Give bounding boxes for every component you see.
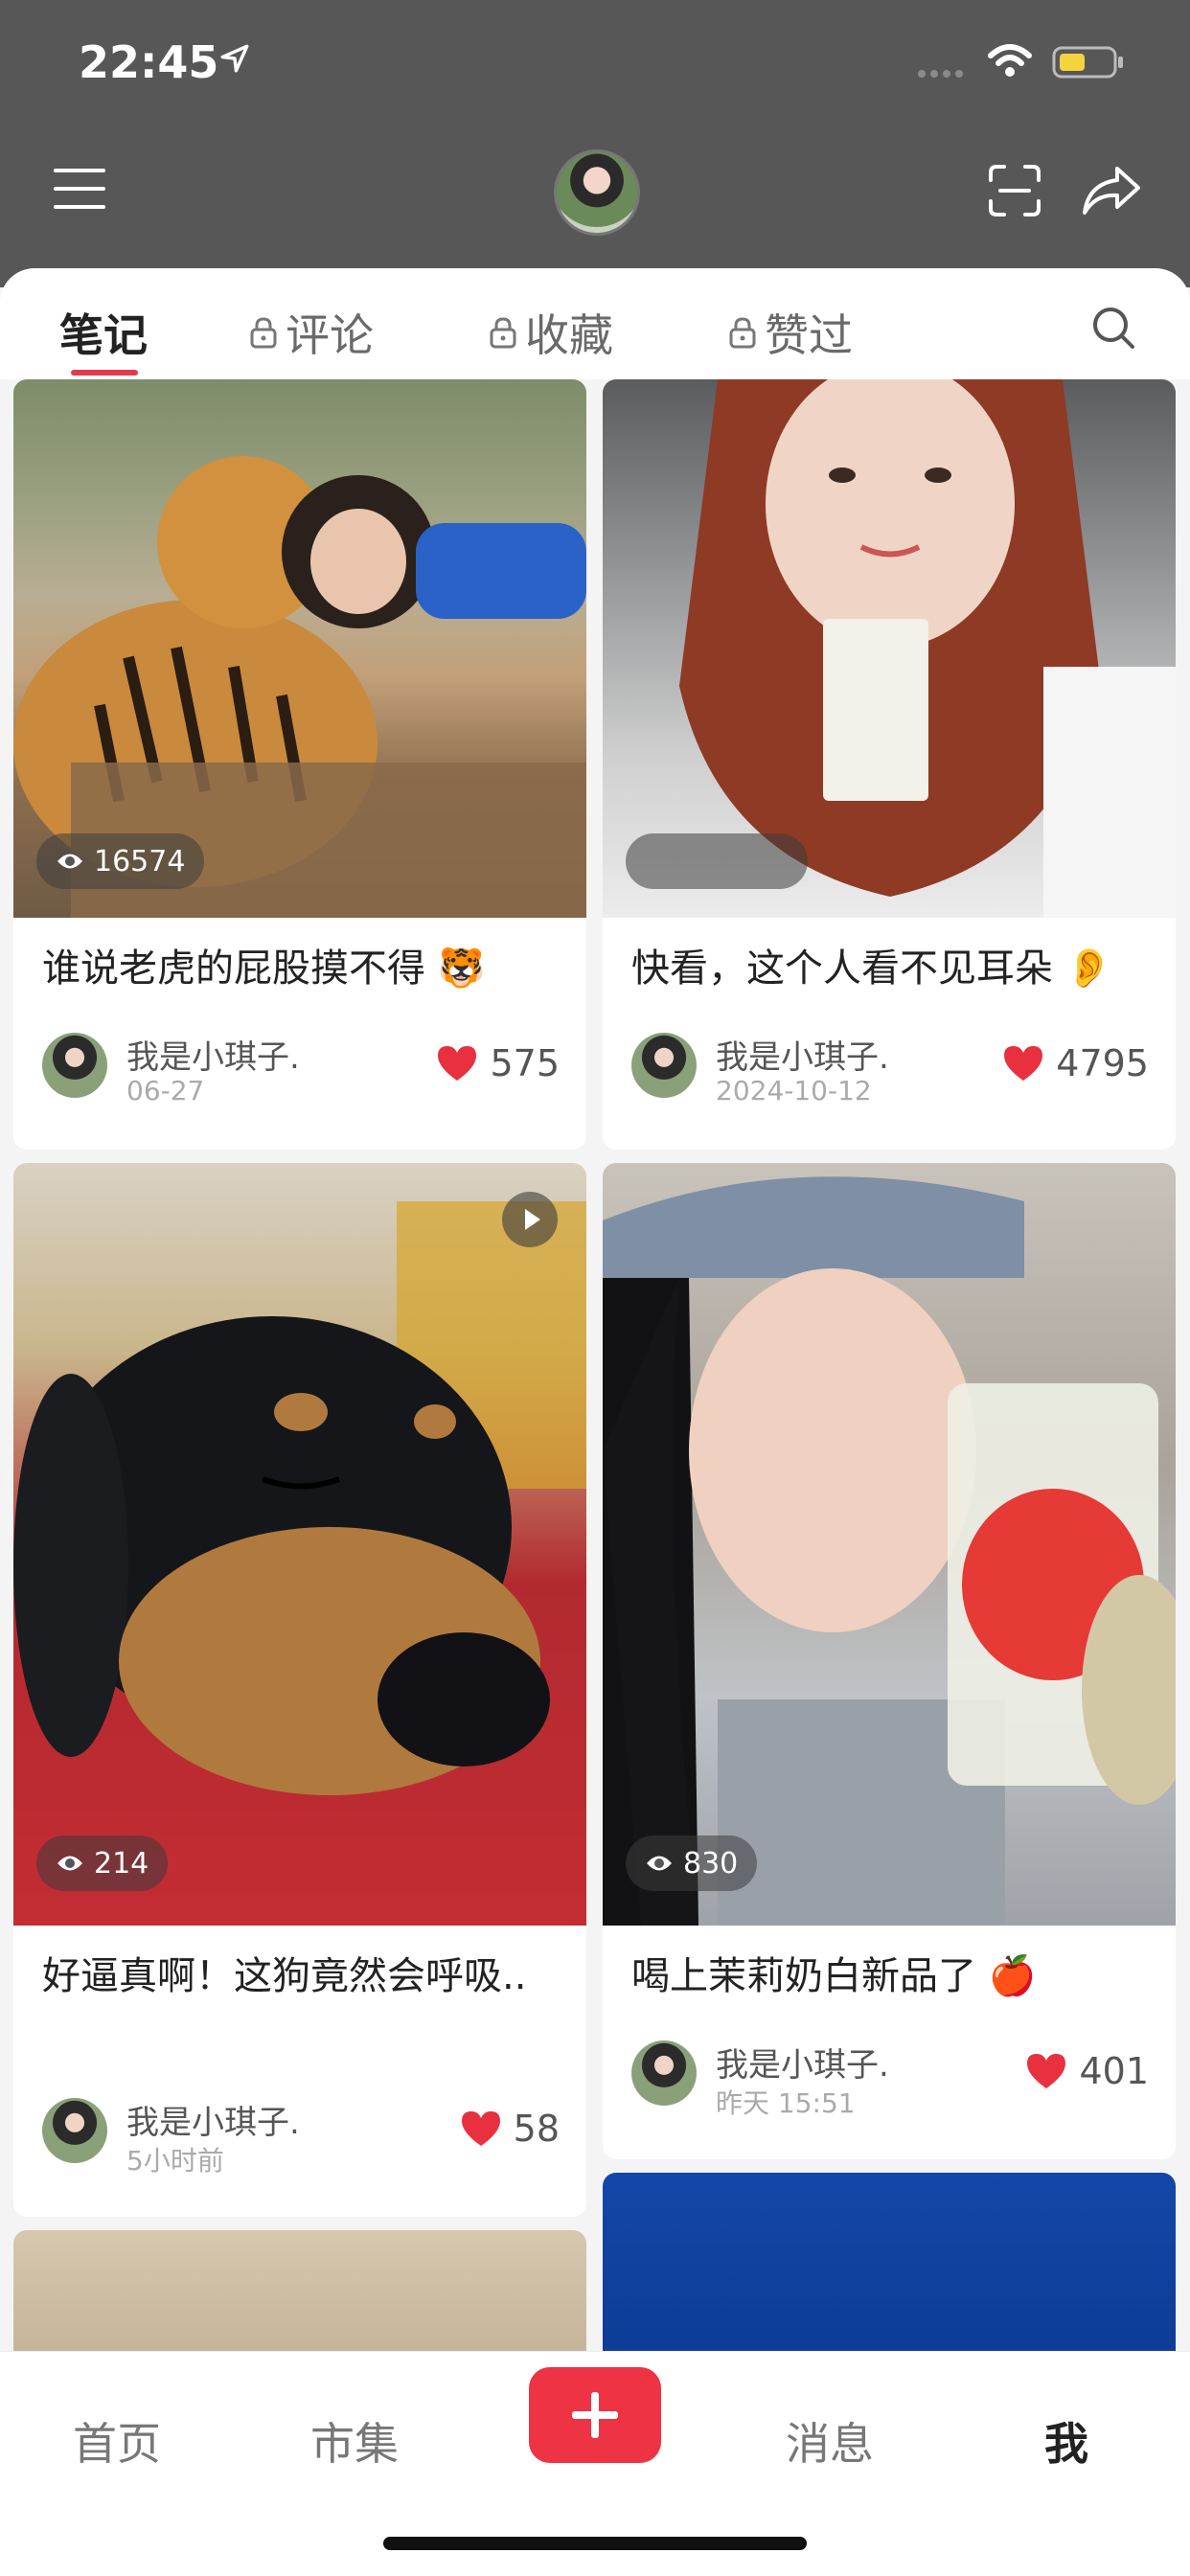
status-time: 22:45 bbox=[79, 36, 219, 88]
profile-avatar[interactable] bbox=[554, 149, 640, 236]
note-card[interactable] bbox=[13, 2230, 586, 2364]
heart-icon bbox=[1027, 2054, 1066, 2088]
play-icon[interactable] bbox=[502, 1192, 558, 1247]
note-card[interactable]: 16574 谁说老虎的屁股摸不得 🐯 我是小琪子. 06-27 575 bbox=[13, 379, 586, 1150]
nav-messages[interactable]: 消息 bbox=[786, 2409, 874, 2473]
note-date: 06-27 bbox=[126, 1075, 205, 1106]
wifi-icon bbox=[988, 44, 1032, 77]
author-name[interactable]: 我是小琪子. bbox=[716, 2039, 889, 2086]
plus-icon bbox=[572, 2392, 618, 2438]
note-title: 快看，这个人看不见耳朵 👂 bbox=[631, 946, 1113, 991]
heart-icon bbox=[438, 1046, 477, 1081]
like-button[interactable]: 58 bbox=[460, 2108, 560, 2150]
like-button[interactable]: 575 bbox=[436, 1042, 560, 1084]
nav-home[interactable]: 首页 bbox=[73, 2409, 161, 2473]
profile-header: 22:45 bbox=[0, 0, 1190, 287]
heart-icon bbox=[1004, 1046, 1043, 1081]
view-count-badge: 214 bbox=[36, 1835, 169, 1891]
note-cover-image bbox=[603, 1163, 1176, 1926]
create-post-button[interactable] bbox=[529, 2367, 661, 2463]
view-count-badge bbox=[626, 833, 808, 889]
lock-icon bbox=[250, 317, 277, 349]
author-name[interactable]: 我是小琪子. bbox=[716, 1031, 889, 1078]
home-indicator bbox=[383, 2537, 807, 2550]
note-card[interactable]: 214 好逼真啊！这狗竟然会呼吸.. 我是小琪子. 5小时前 58 bbox=[13, 1163, 586, 2217]
note-cover-image bbox=[13, 1163, 586, 1926]
note-title: 喝上茉莉奶白新品了 🍎 bbox=[631, 1954, 1037, 1998]
note-title: 谁说老虎的屁股摸不得 🐯 bbox=[42, 946, 486, 991]
cellular-signal-icon bbox=[918, 63, 968, 81]
like-button[interactable]: 401 bbox=[1025, 2050, 1149, 2092]
nav-market[interactable]: 市集 bbox=[310, 2409, 399, 2473]
lock-icon bbox=[490, 317, 516, 349]
view-count-badge: 830 bbox=[626, 1835, 758, 1891]
heart-icon bbox=[461, 2111, 500, 2146]
tab-liked[interactable]: 赞过 bbox=[728, 301, 853, 364]
lock-icon bbox=[729, 317, 756, 349]
author-avatar[interactable] bbox=[631, 1033, 697, 1098]
eye-icon bbox=[57, 854, 82, 869]
content-tabs: 笔记 评论 收藏 赞过 bbox=[0, 268, 1190, 379]
tab-notes[interactable]: 笔记 bbox=[59, 301, 148, 364]
note-date: 昨天 15:51 bbox=[716, 2087, 856, 2119]
eye-icon bbox=[57, 1856, 82, 1871]
scan-icon[interactable] bbox=[987, 163, 1042, 218]
note-card[interactable]: 830 喝上茉莉奶白新品了 🍎 我是小琪子. 昨天 15:51 401 bbox=[603, 1163, 1176, 2159]
like-button[interactable]: 4795 bbox=[1002, 1042, 1149, 1084]
share-icon[interactable] bbox=[1081, 163, 1142, 218]
note-date: 2024-10-12 bbox=[716, 1075, 872, 1106]
note-card[interactable]: 快看，这个人看不见耳朵 👂 我是小琪子. 2024-10-12 4795 bbox=[603, 379, 1176, 1150]
note-card[interactable] bbox=[603, 2173, 1176, 2364]
tab-comments[interactable]: 评论 bbox=[249, 301, 374, 364]
search-icon[interactable] bbox=[1090, 305, 1136, 351]
note-date: 5小时前 bbox=[126, 2145, 224, 2177]
menu-icon[interactable] bbox=[54, 167, 105, 211]
author-name[interactable]: 我是小琪子. bbox=[126, 1031, 300, 1078]
eye-icon bbox=[647, 1856, 672, 1871]
nav-me[interactable]: 我 bbox=[1044, 2409, 1088, 2473]
active-tab-indicator bbox=[71, 370, 138, 376]
view-count-badge: 16574 bbox=[36, 833, 205, 889]
battery-icon bbox=[1052, 46, 1123, 79]
location-arrow-icon bbox=[220, 44, 249, 73]
tab-favorites[interactable]: 收藏 bbox=[489, 301, 613, 364]
author-avatar[interactable] bbox=[631, 2040, 697, 2106]
author-name[interactable]: 我是小琪子. bbox=[126, 2096, 300, 2143]
note-title: 好逼真啊！这狗竟然会呼吸.. bbox=[42, 1954, 527, 1998]
author-avatar[interactable] bbox=[42, 1033, 107, 1098]
author-avatar[interactable] bbox=[42, 2098, 107, 2163]
